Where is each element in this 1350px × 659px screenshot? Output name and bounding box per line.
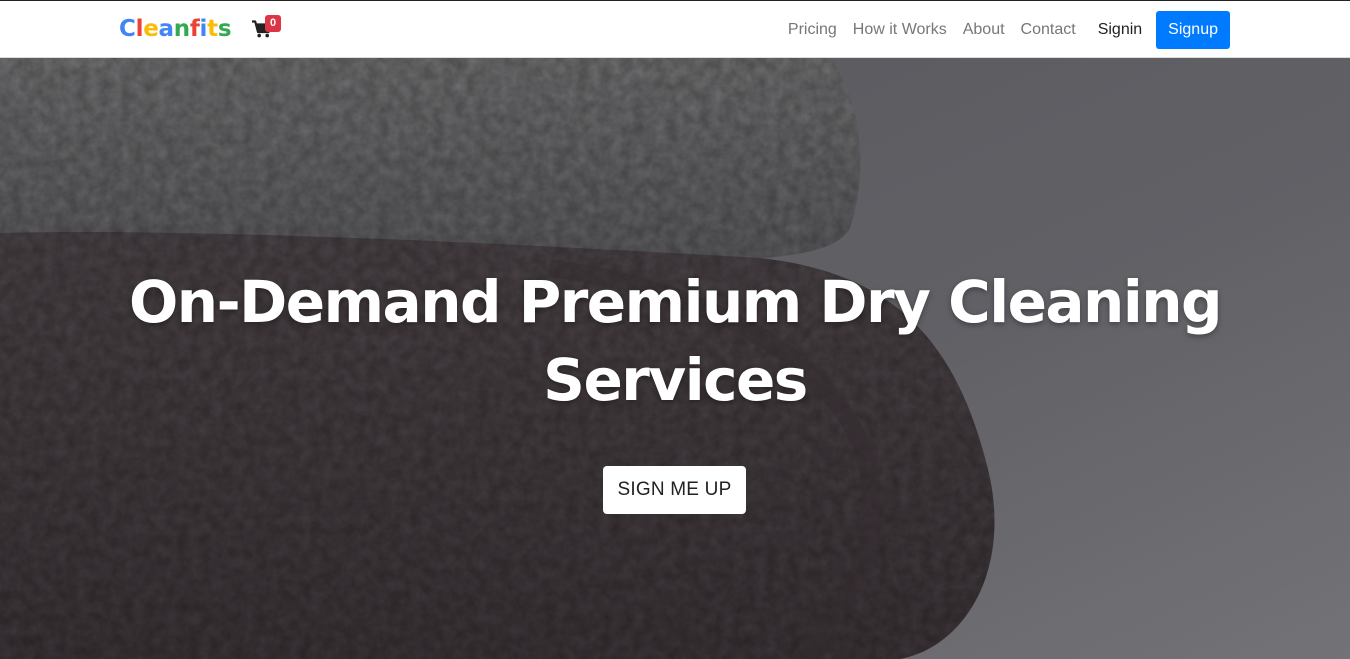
brand-letter: i xyxy=(199,16,208,42)
nav-link-contact[interactable]: Contact xyxy=(1013,11,1084,49)
nav-links: Pricing How it Works About Contact Signi… xyxy=(780,11,1230,49)
cart-button[interactable]: 0 xyxy=(252,15,282,43)
cart-count-badge: 0 xyxy=(265,15,281,32)
signup-button[interactable]: Signup xyxy=(1156,11,1230,49)
brand-letter: C xyxy=(119,16,136,42)
hero-title: On-Demand Premium Dry Cleaning Services xyxy=(128,268,1223,414)
nav-link-pricing[interactable]: Pricing xyxy=(780,11,845,49)
brand-letter: a xyxy=(158,16,175,42)
nav-link-about[interactable]: About xyxy=(955,11,1013,49)
brand-letter: s xyxy=(217,16,232,42)
brand-letter: f xyxy=(189,16,200,42)
sign-me-up-button[interactable]: SIGN ME UP xyxy=(603,466,746,514)
brand-letter: t xyxy=(207,16,218,42)
brand-letter: e xyxy=(143,16,159,42)
signin-link[interactable]: Signin xyxy=(1090,11,1150,49)
nav-link-how-it-works[interactable]: How it Works xyxy=(845,11,955,49)
brand-letter: n xyxy=(173,16,190,42)
hero-section: On-Demand Premium Dry Cleaning Services … xyxy=(0,58,1350,659)
top-navbar: Cleanfits 0 Pricing How it Works About C… xyxy=(0,0,1350,58)
brand-logo[interactable]: Cleanfits xyxy=(119,15,232,43)
